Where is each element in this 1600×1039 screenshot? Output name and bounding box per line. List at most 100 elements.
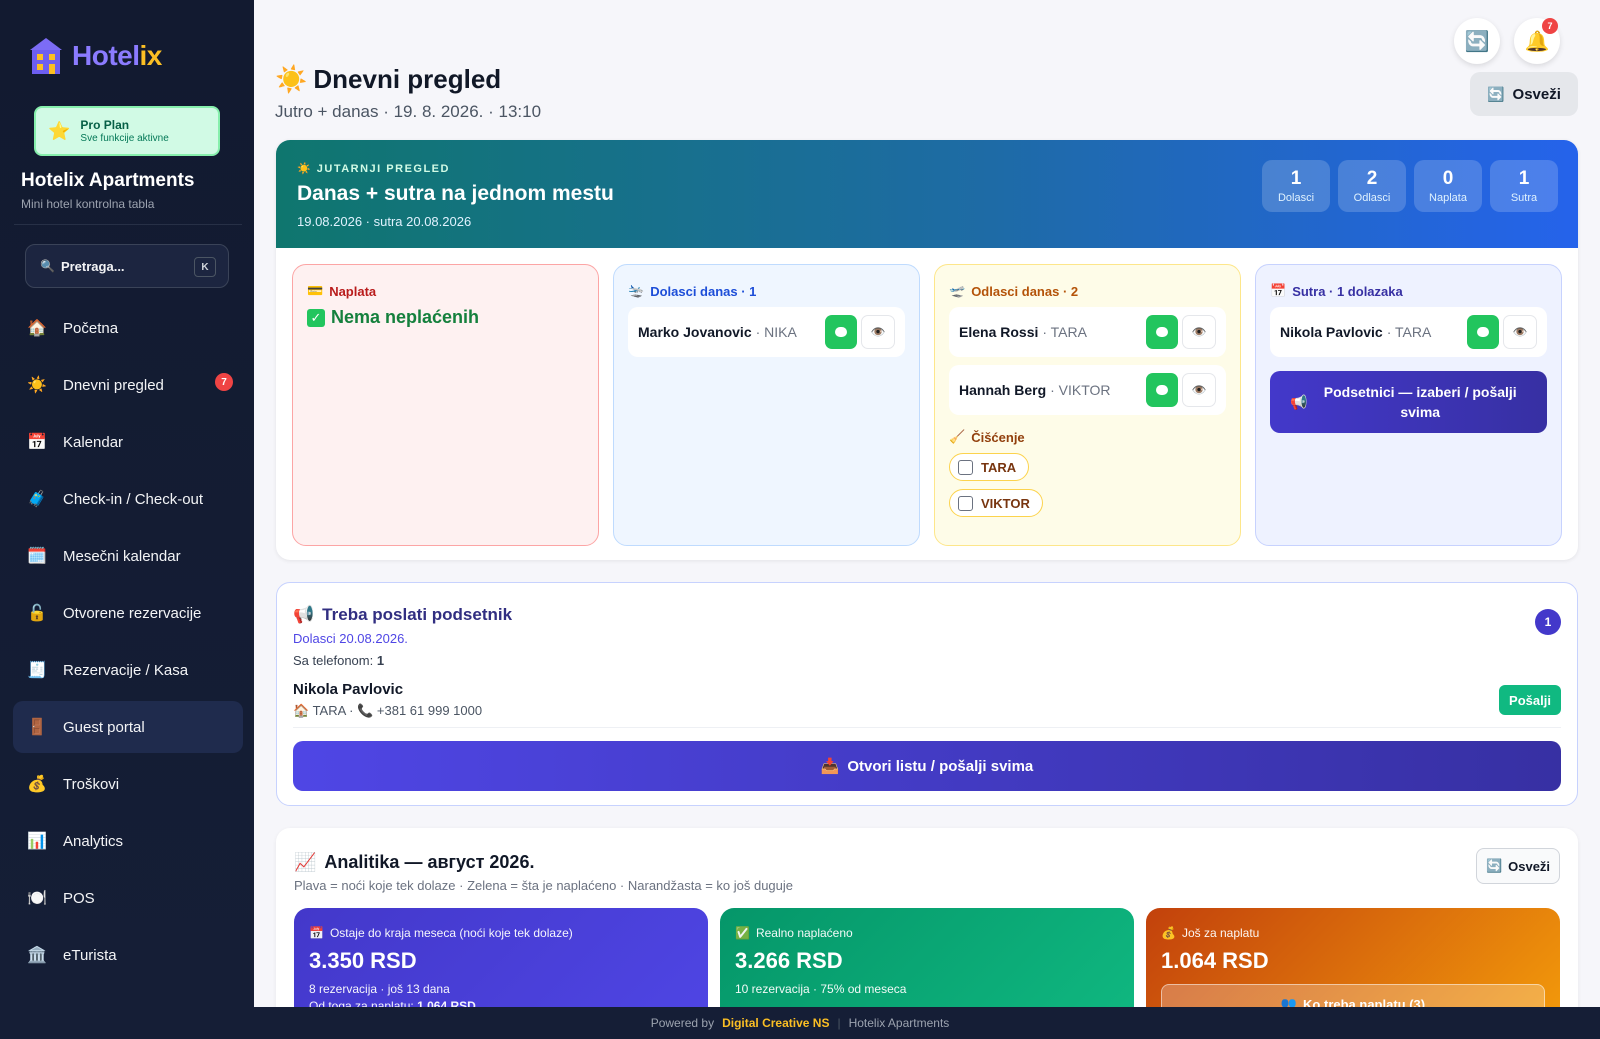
stat-departures[interactable]: 2 Odlasci [1338, 160, 1406, 212]
checkbox[interactable] [958, 495, 973, 511]
sidebar-item-rezervacije-kasa[interactable]: 🧾 Rezervacije / Kasa [13, 644, 243, 696]
stat-number: 2 [1366, 168, 1378, 189]
stat-label: Naplata [1429, 192, 1467, 204]
eye-icon: 👁️ [1191, 383, 1207, 397]
view-button[interactable]: 👁️ [861, 315, 895, 349]
send-button[interactable]: Pošalji [1499, 685, 1561, 715]
logo[interactable]: Hotelix [28, 36, 162, 76]
sidebar-divider [14, 224, 242, 225]
guest-room: · VIKTOR [1050, 382, 1111, 398]
guest-row[interactable]: Elena Rossi · TARA 👁️ [949, 307, 1226, 357]
refresh-icon: 🔄 [1464, 30, 1490, 53]
message-button[interactable] [825, 315, 857, 349]
stat-tomorrow[interactable]: 1 Sutra [1490, 160, 1558, 212]
sidebar-item-analytics[interactable]: 📊 Analytics [13, 815, 243, 867]
analytics-cards: 📅 Ostaje do kraja meseca (noći koje tek d… [294, 908, 1560, 1007]
cleaning-checkbox-tara[interactable]: TARA [949, 453, 1030, 481]
stat-label: Dolasci [1277, 192, 1315, 204]
footer-brand-link[interactable]: Digital Creative NS [722, 1016, 829, 1030]
sidebar-item-label: Troškovi [63, 775, 120, 793]
luggage-icon: 🧳 [27, 491, 47, 508]
stat-number: 1 [1518, 168, 1530, 189]
chat-icon [1156, 327, 1168, 337]
guest-name: Marko Jovanovic [638, 324, 752, 340]
stats-row: 1 Dolasci 2 Odlasci 0 Naplata 1 Sutra [1262, 160, 1558, 212]
search-input[interactable]: 🔍 Pretraga... K [25, 244, 229, 288]
sidebar-item-guest-portal[interactable]: 🚪 Guest portal [13, 701, 243, 753]
analytics-card: 📈 Analitika — август 2026. Plava = noći k… [276, 828, 1578, 1007]
sidebar-item-label: Check-in / Check-out [63, 490, 204, 508]
guest-row[interactable]: Nikola Pavlovic · TARA 👁️ [1270, 307, 1547, 357]
pro-plan-badge[interactable]: ⭐ Pro Plan Sve funkcije aktivne [34, 106, 220, 156]
guest-name: Hannah Berg [959, 382, 1047, 398]
reminder-phone-count: Sa telefonom: 1 [293, 653, 385, 668]
calendar-icon: 📅 [1270, 283, 1287, 298]
plan-subtitle: Sve funkcije aktivne [80, 133, 169, 144]
guest-row[interactable]: Marko Jovanovic · NIKA 👁️ [628, 307, 905, 357]
morning-title: Danas + sutra na jednom mestu [297, 182, 614, 205]
tomorrow-column: 📅 Sutra · 1 dolazaka Nikola Pavlovic · TA… [1255, 264, 1562, 546]
receipt-icon: 🧾 [27, 662, 47, 679]
sidebar-item-pos[interactable]: 🍽️ POS [13, 872, 243, 924]
who-needs-payment-label: Ko treba naplatu (3) [1303, 996, 1426, 1008]
sidebar-item-label: Dnevni pregled [63, 376, 164, 394]
sun-icon: ☀️ [275, 64, 308, 94]
morning-dates: 19.08.2026 · sutra 20.08.2026 [297, 214, 472, 229]
sidebar-item-label: Kalendar [63, 433, 124, 451]
sidebar-item-check-in-out[interactable]: 🧳 Check-in / Check-out [13, 473, 243, 525]
stat-label: Sutra [1510, 192, 1538, 204]
analytics-subtitle: Plava = noći koje tek dolaze · Zelena = … [294, 878, 794, 893]
cleaning-room: VIKTOR [981, 495, 1030, 511]
main-content: 🔄 🔔 7 🔄 Osveži ☀️ Dnevni pregled Jutro + da… [254, 0, 1600, 1007]
morning-header: ☀️ JUTARNJI PREGLED Danas + sutra na jed… [276, 140, 1578, 248]
message-button[interactable] [1146, 315, 1178, 349]
people-icon: 👥 [1280, 996, 1298, 1007]
sidebar-item-mesecni-kalendar[interactable]: 🗓️ Mesečni kalendar [13, 530, 243, 582]
hotel-name: Hotelix Apartments [21, 170, 195, 191]
calendar-icon: 📅 [309, 926, 324, 940]
view-button[interactable]: 👁️ [1503, 315, 1537, 349]
sidebar-item-eturista[interactable]: 🏛️ eTurista [13, 929, 243, 981]
stat-arrivals[interactable]: 1 Dolasci [1262, 160, 1330, 212]
message-button[interactable] [1467, 315, 1499, 349]
chat-icon [1156, 385, 1168, 395]
stat-payment[interactable]: 0 Naplata [1414, 160, 1482, 212]
notifications-button[interactable]: 🔔 7 [1514, 18, 1560, 64]
guest-name: Nikola Pavlovic [1280, 324, 1383, 340]
remaining-month-card[interactable]: 📅 Ostaje do kraja meseca (noći koje tek d… [294, 908, 708, 1007]
money-bag-icon: 💰 [27, 776, 47, 793]
open-list-button[interactable]: 📥 Otvori listu / pošalji svima [293, 741, 1561, 791]
guest-row[interactable]: Hannah Berg · VIKTOR 👁️ [949, 365, 1226, 415]
analytics-refresh-button[interactable]: 🔄 Osveži [1476, 848, 1560, 884]
who-needs-payment-button[interactable]: 👥 Ko treba naplatu (3) [1161, 984, 1545, 1007]
unlock-icon: 🔓 [27, 605, 47, 622]
message-button[interactable] [1146, 373, 1178, 407]
hotel-logo-icon [30, 38, 62, 74]
payment-column: 💳 Naplata ✓ Nema neplaćenih [292, 264, 599, 546]
footer-separator: | [837, 1016, 841, 1030]
notification-badge: 7 [1542, 18, 1558, 34]
bar-chart-icon: 📊 [27, 833, 47, 850]
sidebar-item-dnevni-pregled[interactable]: ☀️ Dnevni pregled 7 [13, 359, 243, 411]
refresh-icon: 🔄 [1487, 85, 1505, 102]
cleaning-checkbox-viktor[interactable]: VIKTOR [949, 489, 1043, 517]
reminder-title: 📢 Treba poslati podsetnik [293, 605, 513, 624]
calendar-icon: 📅 [27, 434, 47, 451]
refresh-button[interactable]: 🔄 Osveži [1470, 72, 1578, 116]
view-button[interactable]: 👁️ [1182, 315, 1216, 349]
sidebar-item-pocetna[interactable]: 🏠 Početna [13, 302, 243, 354]
collected-card[interactable]: ✅ Realno naplaćeno 3.266 RSD 10 rezervaci… [720, 908, 1134, 1007]
sidebar-nav: 🏠 Početna ☀️ Dnevni pregled 7 📅 Kalendar 🧳 Ch… [13, 302, 243, 986]
checkbox[interactable] [958, 459, 973, 475]
chart-increasing-icon: 📈 [294, 852, 317, 872]
sidebar-item-kalendar[interactable]: 📅 Kalendar [13, 416, 243, 468]
reminders-button[interactable]: 📢 Podsetnici — izaberi / pošalji svima [1270, 371, 1547, 433]
outstanding-card[interactable]: 💰 Još za naplatu 1.064 RSD 👥 Ko treba napl… [1146, 908, 1560, 1007]
view-button[interactable]: 👁️ [1182, 373, 1216, 407]
open-list-label: Otvori listu / pošalji svima [847, 757, 1034, 775]
sync-button[interactable]: 🔄 [1454, 18, 1500, 64]
sidebar-item-troskovi[interactable]: 💰 Troškovi [13, 758, 243, 810]
refresh-icon: 🔄 [1485, 858, 1503, 873]
sidebar-item-otvorene-rezervacije[interactable]: 🔓 Otvorene rezervacije [13, 587, 243, 639]
sidebar-item-label: Mesečni kalendar [63, 547, 181, 565]
